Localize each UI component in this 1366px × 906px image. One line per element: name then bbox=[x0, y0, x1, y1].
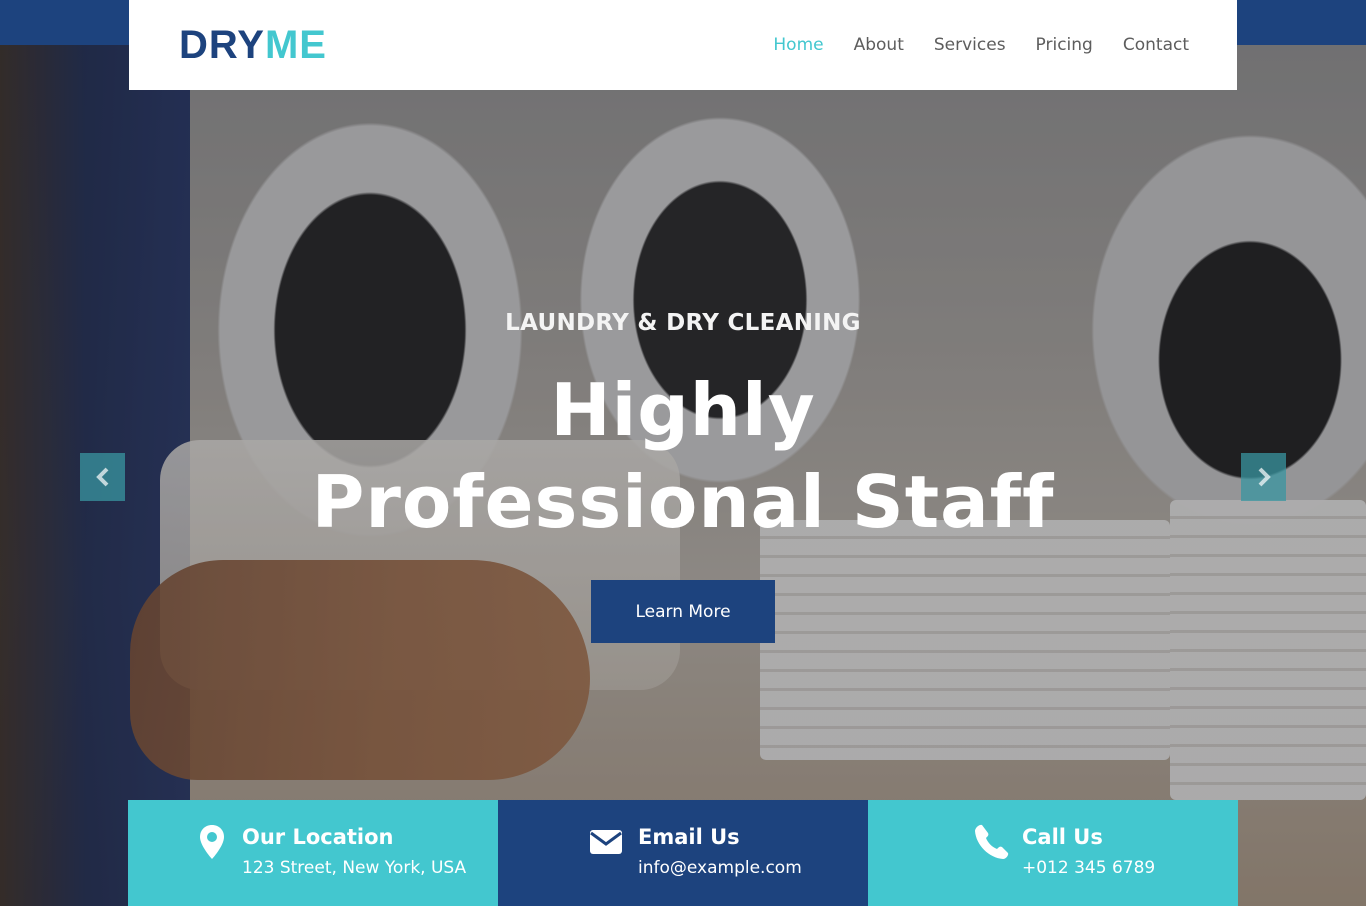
nav-contact[interactable]: Contact bbox=[1123, 35, 1189, 55]
info-phone: Call Us +012 345 6789 bbox=[868, 800, 1238, 906]
page: DRYME Home About Services Pricing Contac… bbox=[0, 0, 1366, 906]
brand-logo[interactable]: DRYME bbox=[179, 23, 327, 68]
info-location-title: Our Location bbox=[242, 825, 394, 849]
envelope-icon bbox=[584, 822, 628, 862]
contact-info-bar: Our Location 123 Street, New York, USA E… bbox=[128, 800, 1238, 906]
navbar: DRYME Home About Services Pricing Contac… bbox=[129, 0, 1237, 90]
map-pin-icon bbox=[192, 822, 232, 862]
info-location: Our Location 123 Street, New York, USA bbox=[128, 800, 498, 906]
learn-more-button[interactable]: Learn More bbox=[591, 580, 775, 643]
nav-pricing[interactable]: Pricing bbox=[1036, 35, 1093, 55]
main-nav: Home About Services Pricing Contact bbox=[773, 35, 1189, 55]
logo-part-me: ME bbox=[264, 22, 327, 67]
hero-subtitle: LAUNDRY & DRY CLEANING bbox=[505, 310, 861, 336]
info-email: Email Us info@example.com bbox=[498, 800, 868, 906]
phone-icon bbox=[972, 822, 1012, 862]
nav-services[interactable]: Services bbox=[934, 35, 1006, 55]
hero-text: LAUNDRY & DRY CLEANING Highly Profession… bbox=[0, 310, 1366, 548]
nav-about[interactable]: About bbox=[854, 35, 904, 55]
info-email-text[interactable]: info@example.com bbox=[638, 858, 802, 878]
info-phone-text[interactable]: +012 345 6789 bbox=[1022, 858, 1155, 878]
logo-part-dry: DRY bbox=[179, 22, 265, 67]
info-email-title: Email Us bbox=[638, 825, 740, 849]
hero-title: Highly Professional Staff bbox=[311, 368, 1055, 544]
info-phone-title: Call Us bbox=[1022, 825, 1103, 849]
nav-home[interactable]: Home bbox=[773, 35, 823, 55]
info-location-text: 123 Street, New York, USA bbox=[242, 858, 467, 878]
